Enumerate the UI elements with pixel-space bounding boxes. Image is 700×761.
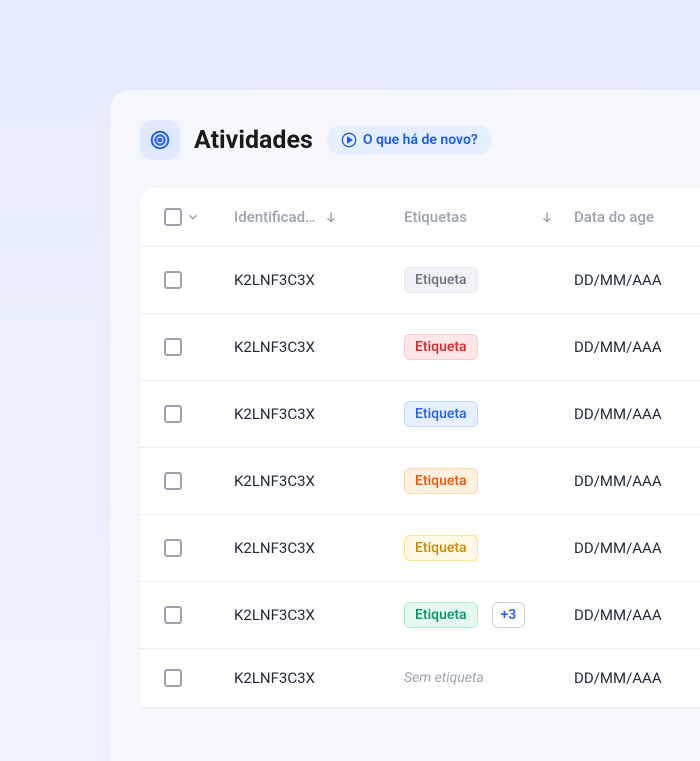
row-date: DD/MM/AAA xyxy=(574,539,700,557)
row-tags: Etiqueta xyxy=(404,267,574,293)
row-identifier: K2LNF3C3X xyxy=(234,338,404,356)
column-header-date[interactable]: Data do age xyxy=(574,208,700,226)
row-tags: Etiqueta xyxy=(404,468,574,494)
tag-badge[interactable]: Etiqueta xyxy=(404,602,478,628)
row-checkbox[interactable] xyxy=(164,606,182,624)
row-checkbox[interactable] xyxy=(164,405,182,423)
select-all-checkbox[interactable] xyxy=(164,208,182,226)
row-checkbox[interactable] xyxy=(164,539,182,557)
tag-badge[interactable]: Etiqueta xyxy=(404,535,478,561)
row-identifier: K2LNF3C3X xyxy=(234,606,404,624)
panel-header: Atividades O que há de novo? xyxy=(140,120,700,160)
table-header-row: Identificad… Etiquetas Data do age xyxy=(140,188,700,247)
row-date: DD/MM/AAA xyxy=(574,472,700,490)
table-row[interactable]: K2LNF3C3XEtiqueta DD/MM/AAA xyxy=(140,448,700,515)
row-date: DD/MM/AAA xyxy=(574,669,700,687)
table-row[interactable]: K2LNF3C3XEtiqueta DD/MM/AAA xyxy=(140,381,700,448)
tag-badge[interactable]: Etiqueta xyxy=(404,334,478,360)
activity-panel: Atividades O que há de novo? Identificad… xyxy=(110,90,700,761)
row-tags: Etiqueta xyxy=(404,535,574,561)
tag-badge[interactable]: Etiqueta xyxy=(404,267,478,293)
table-row[interactable]: K2LNF3C3XEtiqueta +3 DD/MM/AAA xyxy=(140,582,700,649)
row-date: DD/MM/AAA xyxy=(574,405,700,423)
arrow-down-icon xyxy=(324,210,338,224)
whats-new-button[interactable]: O que há de novo? xyxy=(327,125,492,155)
row-tags: Etiqueta xyxy=(404,401,574,427)
row-identifier: K2LNF3C3X xyxy=(234,669,404,687)
chevron-down-icon[interactable] xyxy=(186,210,200,224)
table-row[interactable]: K2LNF3C3XEtiqueta DD/MM/AAA xyxy=(140,314,700,381)
row-identifier: K2LNF3C3X xyxy=(234,405,404,423)
table-row[interactable]: K2LNF3C3XSem etiqueta DD/MM/AAA xyxy=(140,649,700,708)
tag-extra-count[interactable]: +3 xyxy=(492,602,526,628)
row-checkbox[interactable] xyxy=(164,669,182,687)
row-checkbox[interactable] xyxy=(164,271,182,289)
row-checkbox[interactable] xyxy=(164,472,182,490)
target-icon xyxy=(140,120,180,160)
row-tags: Etiqueta +3 xyxy=(404,602,574,628)
row-date: DD/MM/AAA xyxy=(574,606,700,624)
row-identifier: K2LNF3C3X xyxy=(234,539,404,557)
column-header-identifier[interactable]: Identificad… xyxy=(234,208,404,226)
row-date: DD/MM/AAA xyxy=(574,271,700,289)
table-row[interactable]: K2LNF3C3XEtiqueta DD/MM/AAA xyxy=(140,247,700,314)
row-checkbox[interactable] xyxy=(164,338,182,356)
tag-badge[interactable]: Etiqueta xyxy=(404,468,478,494)
play-circle-icon xyxy=(341,132,357,148)
arrow-down-icon xyxy=(540,210,554,224)
row-date: DD/MM/AAA xyxy=(574,338,700,356)
table-row[interactable]: K2LNF3C3XEtiqueta DD/MM/AAA xyxy=(140,515,700,582)
row-identifier: K2LNF3C3X xyxy=(234,472,404,490)
page-title: Atividades xyxy=(194,126,313,155)
row-tags: Sem etiqueta xyxy=(404,670,574,686)
whats-new-label: O que há de novo? xyxy=(363,132,478,148)
column-header-tags[interactable]: Etiquetas xyxy=(404,208,574,226)
activity-table: Identificad… Etiquetas Data do age K2LNF… xyxy=(140,188,700,708)
tag-badge[interactable]: Etiqueta xyxy=(404,401,478,427)
row-tags: Etiqueta xyxy=(404,334,574,360)
no-tag-label: Sem etiqueta xyxy=(404,670,484,686)
row-identifier: K2LNF3C3X xyxy=(234,271,404,289)
